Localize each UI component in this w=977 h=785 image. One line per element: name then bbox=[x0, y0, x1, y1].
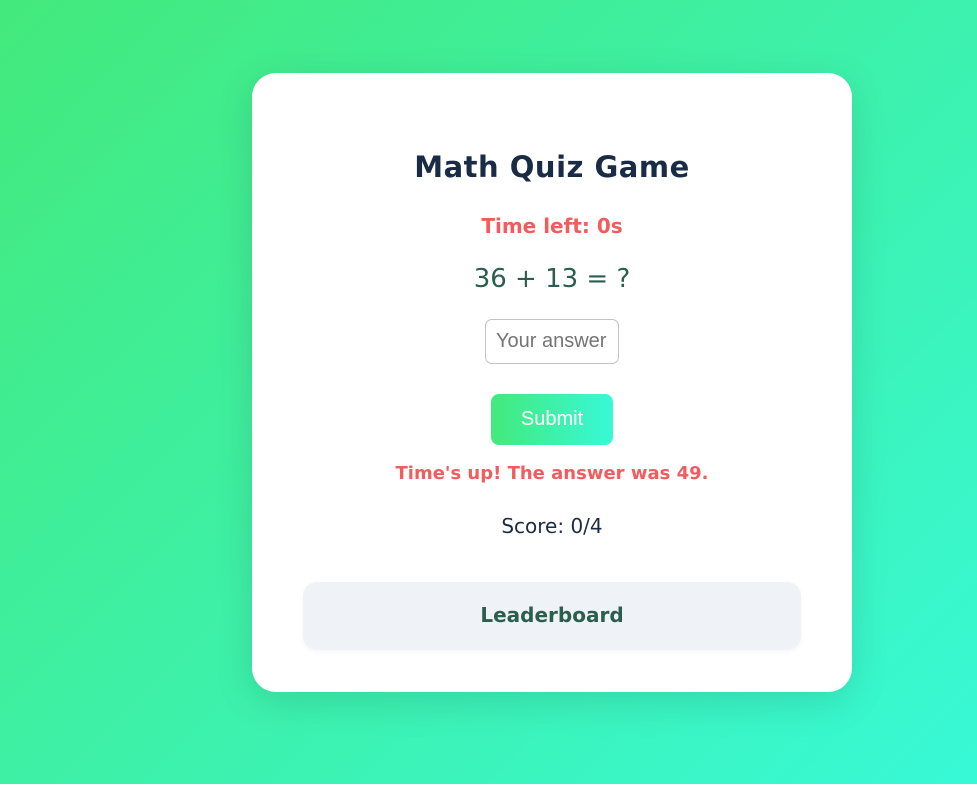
submit-button[interactable]: Submit bbox=[491, 394, 613, 445]
leaderboard-title: Leaderboard bbox=[480, 603, 624, 627]
timer-text: Time left: 0s bbox=[481, 214, 623, 238]
quiz-card: Math Quiz Game Time left: 0s 36 + 13 = ?… bbox=[252, 73, 852, 692]
app-background: Math Quiz Game Time left: 0s 36 + 13 = ?… bbox=[0, 0, 977, 784]
score-text: Score: 0/4 bbox=[501, 514, 603, 538]
page-title: Math Quiz Game bbox=[414, 150, 690, 184]
answer-input[interactable] bbox=[485, 319, 619, 364]
feedback-message: Time's up! The answer was 49. bbox=[395, 463, 709, 484]
leaderboard-panel: Leaderboard bbox=[303, 582, 801, 650]
question-text: 36 + 13 = ? bbox=[473, 264, 631, 294]
